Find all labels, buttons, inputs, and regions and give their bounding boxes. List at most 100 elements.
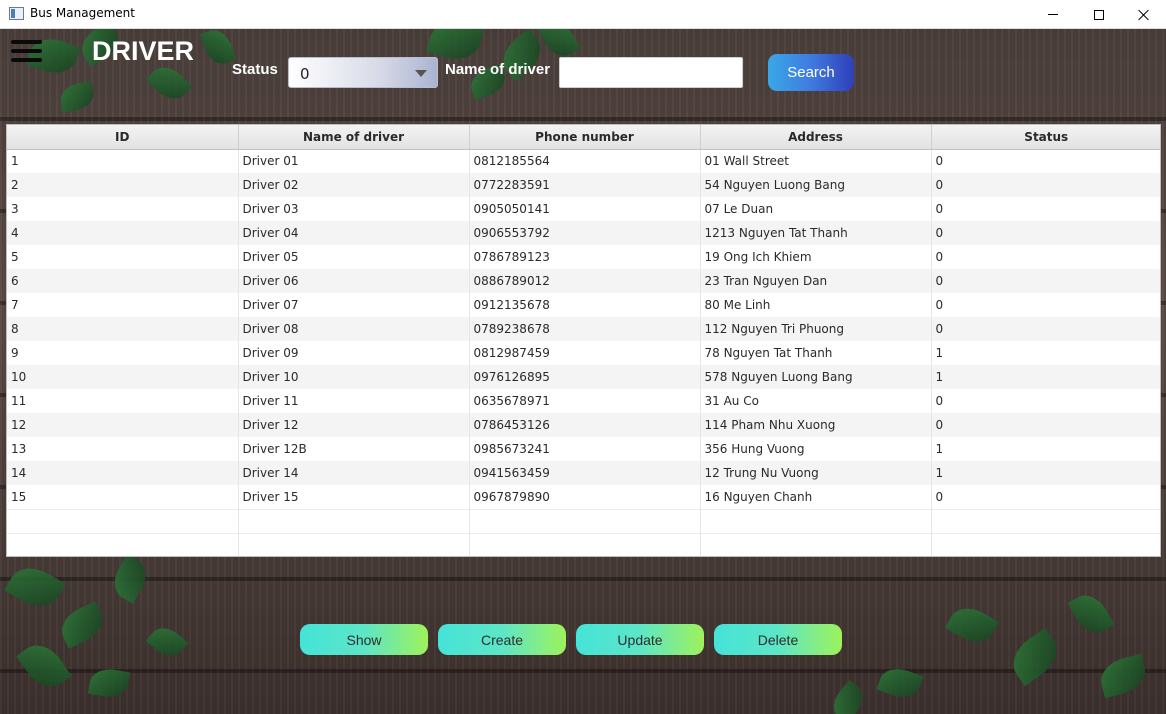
cell-status: 1 [931,365,1160,389]
create-button[interactable]: Create [438,624,566,655]
hamburger-menu-icon[interactable] [11,40,42,62]
cell-id: 4 [7,221,239,245]
page-title: DRIVER [92,36,195,66]
ivy-leaf [1004,627,1066,687]
cell-address: 1213 Nguyen Tat Thanh [700,221,932,245]
column-header-status[interactable]: Status [931,125,1160,150]
delete-button[interactable]: Delete [714,624,842,655]
maximize-button[interactable] [1076,0,1122,29]
cell-name: Driver 01 [238,149,470,173]
table-row[interactable]: 3 Driver 03 0905050141 07 Le Duan 0 [7,197,1160,221]
table-row[interactable]: 8 Driver 08 0789238678 112 Nguyen Tri Ph… [7,317,1160,341]
driver-table[interactable]: ID Name of driver Phone number Address S… [6,124,1161,557]
table-row[interactable]: 11 Driver 11 0635678971 31 Au Co 0 [7,389,1160,413]
cell-address: 31 Au Co [700,389,932,413]
cell-status: 0 [931,485,1160,509]
ivy-leaf [876,663,924,703]
window-titlebar: Bus Management [0,0,1166,29]
table-header-row: ID Name of driver Phone number Address S… [7,125,1160,150]
cell-name: Driver 04 [238,221,470,245]
ivy-leaf [944,600,1000,650]
cell-status: 0 [931,173,1160,197]
cell-address: 01 Wall Street [700,149,932,173]
close-icon [1138,9,1150,21]
cell-status: 1 [931,341,1160,365]
status-dropdown[interactable]: 0 [288,57,438,88]
window-title: Bus Management [30,6,135,20]
table-row[interactable]: 7 Driver 07 0912135678 80 Me Linh 0 [7,293,1160,317]
cell-name: Driver 05 [238,245,470,269]
minimize-icon [1048,14,1058,15]
cell-status: 0 [931,293,1160,317]
close-button[interactable] [1121,0,1166,29]
column-header-address[interactable]: Address [700,125,932,150]
chevron-down-icon [415,70,427,77]
table-row[interactable]: 9 Driver 09 0812987459 78 Nguyen Tat Tha… [7,341,1160,365]
cell-status: 0 [931,149,1160,173]
cell-phone: 0812185564 [469,149,701,173]
show-button[interactable]: Show [300,624,428,655]
ivy-leaf [107,554,153,604]
status-selected-value: 0 [300,65,310,83]
table-row[interactable]: 15 Driver 15 0967879890 16 Nguyen Chanh … [7,485,1160,509]
cell-address: 54 Nguyen Luong Bang [700,173,932,197]
table-row[interactable]: 6 Driver 06 0886789012 23 Tran Nguyen Da… [7,269,1160,293]
cell-id: 15 [7,485,239,509]
ivy-leaf [4,558,66,616]
cell-status: 0 [931,317,1160,341]
cell-name: Driver 07 [238,293,470,317]
table-row[interactable]: 14 Driver 14 0941563459 12 Trung Nu Vuon… [7,461,1160,485]
ivy-leaf [1067,588,1115,640]
cell-name: Driver 06 [238,269,470,293]
column-header-name[interactable]: Name of driver [238,125,470,150]
cell-address: 78 Nguyen Tat Thanh [700,341,932,365]
ivy-leaf [1096,653,1150,699]
ivy-leaf [16,636,72,696]
update-button[interactable]: Update [576,624,704,655]
cell-status: 1 [931,437,1160,461]
cell-address: 114 Pham Nhu Xuong [700,413,932,437]
maximize-icon [1094,9,1104,20]
cell-name: Driver 10 [238,365,470,389]
cell-name: Driver 12B [238,437,470,461]
driver-name-label: Name of driver [445,61,551,78]
driver-name-input[interactable] [559,57,743,88]
table-row[interactable]: 10 Driver 10 0976126895 578 Nguyen Luong… [7,365,1160,389]
cell-name: Driver 02 [238,173,470,197]
table-empty-row [7,508,1160,533]
table-row[interactable]: 13 Driver 12B 0985673241 356 Hung Vuong … [7,437,1160,461]
cell-address: 16 Nguyen Chanh [700,485,932,509]
cell-phone: 0886789012 [469,269,701,293]
table-row[interactable]: 12 Driver 12 0786453126 114 Pham Nhu Xuo… [7,413,1160,437]
cell-address: 07 Le Duan [700,197,932,221]
cell-id: 11 [7,389,239,413]
cell-name: Driver 08 [238,317,470,341]
table-row[interactable]: 2 Driver 02 0772283591 54 Nguyen Luong B… [7,173,1160,197]
cell-id: 6 [7,269,239,293]
cell-status: 0 [931,221,1160,245]
minimize-button[interactable] [1030,0,1076,29]
app-icon [9,7,24,20]
cell-name: Driver 09 [238,341,470,365]
cell-name: Driver 15 [238,485,470,509]
cell-address: 80 Me Linh [700,293,932,317]
cell-phone: 0789238678 [469,317,701,341]
table-row[interactable]: 1 Driver 01 0812185564 01 Wall Street 0 [7,149,1160,173]
cell-id: 2 [7,173,239,197]
search-button[interactable]: Search [768,54,854,91]
cell-status: 1 [931,461,1160,485]
cell-name: Driver 03 [238,197,470,221]
cell-phone: 0905050141 [469,197,701,221]
column-header-id[interactable]: ID [7,125,239,150]
cell-status: 0 [931,197,1160,221]
cell-name: Driver 14 [238,461,470,485]
cell-phone: 0786789123 [469,245,701,269]
table-row[interactable]: 4 Driver 04 0906553792 1213 Nguyen Tat T… [7,221,1160,245]
cell-status: 0 [931,389,1160,413]
cell-id: 5 [7,245,239,269]
table-row[interactable]: 5 Driver 05 0786789123 19 Ong Ich Khiem … [7,245,1160,269]
column-header-phone[interactable]: Phone number [469,125,701,150]
cell-name: Driver 11 [238,389,470,413]
cell-address: 12 Trung Nu Vuong [700,461,932,485]
cell-id: 1 [7,149,239,173]
